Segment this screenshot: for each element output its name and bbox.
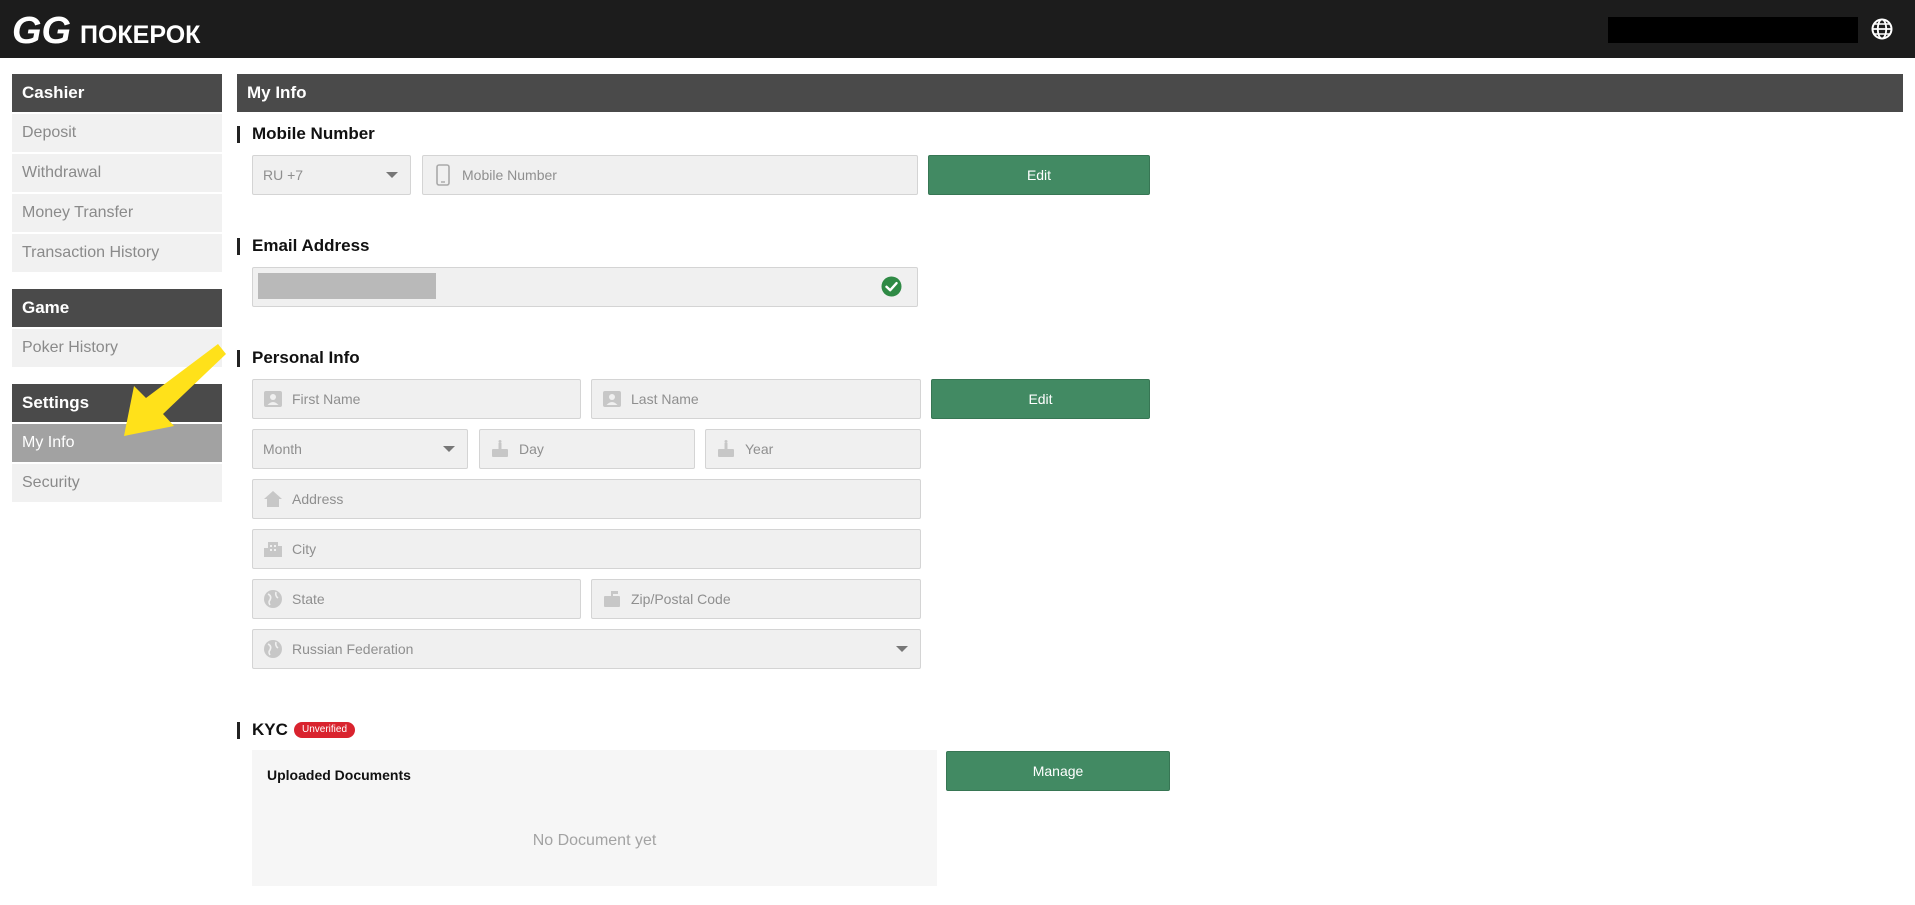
kyc-status-badge: Unverified [294,722,356,738]
main-panel: My Info [237,74,1903,112]
phone-icon [432,164,454,186]
sidebar-item-deposit[interactable]: Deposit [12,114,222,152]
sidebar-item-money-transfer[interactable]: Money Transfer [12,194,222,232]
birth-month-select[interactable]: Month [252,429,468,469]
country-code-value: RU +7 [263,167,304,183]
globe-icon [262,638,284,660]
chevron-down-icon [896,646,908,652]
mailbox-icon [601,588,623,610]
address-input[interactable]: Address [252,479,921,519]
first-name-placeholder: First Name [292,391,361,407]
yellow-arrow-annotation [124,344,226,436]
sidebar: Cashier Deposit Withdrawal Money Transfe… [12,74,222,519]
sidebar-item-withdrawal[interactable]: Withdrawal [12,154,222,192]
cake-icon [489,438,511,460]
home-icon [262,488,284,510]
section-title-email: Email Address [237,236,369,256]
mobile-edit-button[interactable]: Edit [928,155,1150,195]
sidebar-item-security[interactable]: Security [12,464,222,502]
id-card-icon [262,388,284,410]
section-title-kyc: KYC [237,720,288,740]
city-input[interactable]: City [252,529,921,569]
logo-text: ПОКЕРОК [80,21,201,49]
country-code-select[interactable]: RU +7 [252,155,411,195]
sidebar-heading-cashier: Cashier [12,74,222,112]
globe-icon [262,588,284,610]
birth-year-input[interactable]: Year [705,429,921,469]
chevron-down-icon [443,446,455,452]
page-title: My Info [237,74,1903,112]
country-select[interactable]: Russian Federation [252,629,921,669]
zip-code-input[interactable]: Zip/Postal Code [591,579,921,619]
logo-mark: GG ПОКЕРОК [12,10,201,50]
top-bar: GG ПОКЕРОК [0,0,1915,58]
ggpokerok-logo[interactable]: GG ПОКЕРОК [12,8,202,52]
country-value: Russian Federation [292,641,414,657]
section-title-mobile: Mobile Number [237,124,375,144]
personal-info-edit-button[interactable]: Edit [931,379,1150,419]
chevron-down-icon [386,172,398,178]
last-name-input[interactable]: Last Name [591,379,921,419]
mobile-number-placeholder: Mobile Number [462,167,557,183]
section-title-personal-info: Personal Info [237,348,360,368]
last-name-placeholder: Last Name [631,391,699,407]
sidebar-group-cashier: Cashier Deposit Withdrawal Money Transfe… [12,74,222,272]
check-circle-icon [881,276,902,297]
sidebar-heading-game: Game [12,289,222,327]
zip-code-placeholder: Zip/Postal Code [631,591,731,607]
city-building-icon [262,538,284,560]
kyc-manage-button[interactable]: Manage [946,751,1170,791]
birth-month-value: Month [263,441,302,457]
uploaded-documents-title: Uploaded Documents [267,767,411,783]
birth-day-placeholder: Day [519,441,544,457]
birth-year-placeholder: Year [745,441,774,457]
no-documents-message: No Document yet [532,832,657,849]
sidebar-item-transaction-history[interactable]: Transaction History [12,234,222,272]
address-placeholder: Address [292,491,344,507]
birth-day-input[interactable]: Day [479,429,695,469]
city-placeholder: City [292,541,317,557]
globe-icon[interactable] [1870,17,1894,41]
mobile-number-input[interactable]: Mobile Number [422,155,918,195]
account-info-redacted [1608,17,1858,43]
id-card-icon [601,388,623,410]
state-placeholder: State [292,591,325,607]
cake-icon [715,438,737,460]
state-input[interactable]: State [252,579,581,619]
first-name-input[interactable]: First Name [252,379,581,419]
logo-gg: GG [12,10,71,50]
email-value-redacted [258,273,436,299]
uploaded-documents-panel: Uploaded Documents No Document yet [252,750,937,886]
